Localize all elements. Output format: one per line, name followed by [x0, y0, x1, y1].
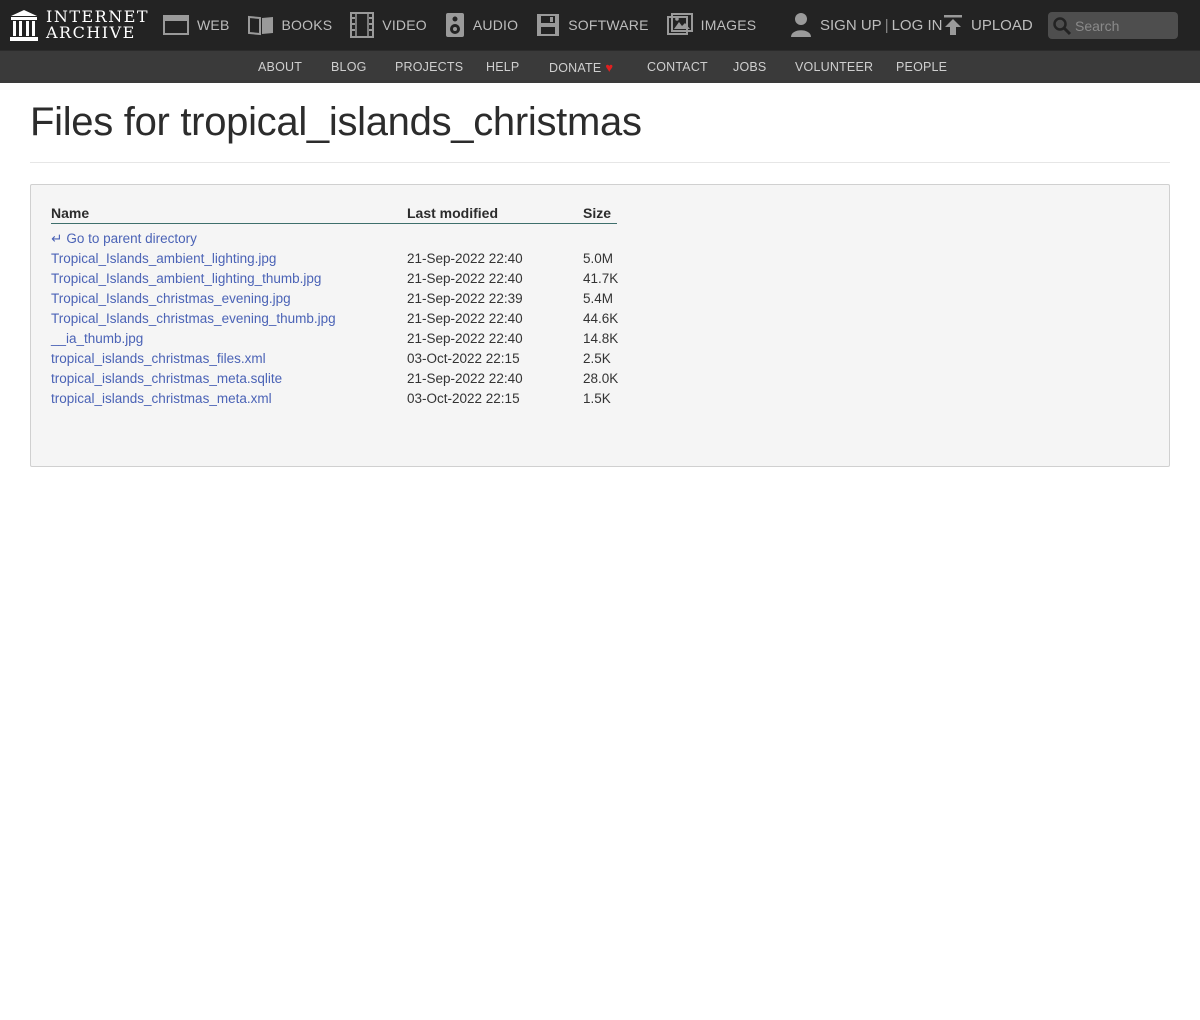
column-header-name[interactable]: Name — [51, 205, 407, 224]
search-icon[interactable] — [1052, 16, 1072, 36]
nav-donate[interactable]: DONATE ♥ — [549, 51, 613, 84]
media-item-software[interactable]: SOFTWARE — [536, 13, 648, 37]
media-item-images[interactable]: IMAGES — [666, 13, 757, 37]
file-size: 14.8K — [583, 331, 619, 346]
top-navigation-bar: INTERNET ARCHIVE WEB BOOKS VIDEO AUDIO S… — [0, 0, 1200, 50]
sign-up-link[interactable]: SIGN UP — [820, 17, 882, 34]
parent-directory-link[interactable]: ↵ Go to parent directory — [51, 229, 197, 249]
file-modified: 21-Sep-2022 22:40 — [407, 331, 523, 346]
books-icon — [247, 15, 273, 36]
auth-separator: | — [884, 16, 889, 34]
file-modified: 03-Oct-2022 22:15 — [407, 351, 520, 366]
file-size: 5.0M — [583, 251, 614, 266]
nav-contact[interactable]: CONTACT — [647, 51, 708, 84]
media-label-audio: AUDIO — [472, 17, 519, 33]
upload-label: UPLOAD — [971, 16, 1033, 34]
column-header-size[interactable]: Size — [583, 205, 617, 224]
file-name-link[interactable]: Tropical_Islands_christmas_evening.jpg — [51, 289, 291, 309]
file-name-link[interactable]: __ia_thumb.jpg — [51, 329, 143, 349]
media-label-books: BOOKS — [281, 17, 333, 33]
table-row: tropical_islands_christmas_files.xml 03-… — [31, 349, 1169, 369]
file-modified: 21-Sep-2022 22:39 — [407, 291, 523, 306]
file-modified: 03-Oct-2022 22:15 — [407, 391, 520, 406]
table-row: tropical_islands_christmas_meta.sqlite 2… — [31, 369, 1169, 389]
file-size: 41.7K — [583, 271, 619, 286]
file-size: 5.4M — [583, 291, 614, 306]
media-item-audio[interactable]: AUDIO — [445, 12, 518, 38]
user-icon[interactable] — [790, 12, 812, 38]
file-size: 44.6K — [583, 311, 619, 326]
file-modified: 21-Sep-2022 22:40 — [407, 271, 523, 286]
nav-people[interactable]: PEOPLE — [896, 51, 947, 84]
table-row: Tropical_Islands_christmas_evening.jpg 2… — [31, 289, 1169, 309]
logo-line2: ARCHIVE — [46, 23, 136, 42]
file-name-link[interactable]: tropical_islands_christmas_meta.sqlite — [51, 369, 282, 389]
images-icon — [666, 13, 693, 35]
nav-about[interactable]: ABOUT — [258, 51, 302, 84]
file-listing-panel: Name Last modified Size ↵ Go to parent di… — [30, 184, 1170, 467]
search-box — [1048, 12, 1178, 39]
speaker-icon — [445, 13, 464, 37]
media-label-video: VIDEO — [382, 17, 427, 33]
file-size: 2.5K — [583, 351, 611, 366]
media-item-books[interactable]: BOOKS — [247, 14, 333, 36]
file-name-link[interactable]: Tropical_Islands_ambient_lighting_thumb.… — [51, 269, 321, 289]
return-arrow-icon: ↵ — [51, 231, 63, 246]
parent-directory-row: ↵ Go to parent directory — [31, 229, 1169, 249]
upload-button[interactable]: UPLOAD — [943, 0, 1033, 50]
table-row: Tropical_Islands_ambient_lighting.jpg 21… — [31, 249, 1169, 269]
table-row: tropical_islands_christmas_meta.xml 03-O… — [31, 389, 1169, 409]
table-row: __ia_thumb.jpg 21-Sep-2022 22:40 14.8K — [31, 329, 1169, 349]
internet-archive-logo[interactable]: INTERNET ARCHIVE — [10, 8, 149, 42]
file-modified: 21-Sep-2022 22:40 — [407, 311, 523, 326]
media-item-web[interactable]: WEB — [163, 14, 230, 36]
file-modified: 21-Sep-2022 22:40 — [407, 371, 523, 386]
archive-building-icon — [10, 10, 38, 41]
file-name-link[interactable]: Tropical_Islands_christmas_evening_thumb… — [51, 309, 336, 329]
parent-directory-label: Go to parent directory — [66, 231, 197, 246]
web-icon — [163, 15, 189, 35]
file-name-link[interactable]: tropical_islands_christmas_files.xml — [51, 349, 266, 369]
media-label-web: WEB — [197, 17, 230, 33]
log-in-link[interactable]: LOG IN — [892, 17, 943, 34]
film-icon — [350, 12, 375, 38]
table-row: Tropical_Islands_ambient_lighting_thumb.… — [31, 269, 1169, 289]
file-name-link[interactable]: Tropical_Islands_ambient_lighting.jpg — [51, 249, 276, 269]
nav-donate-label: DONATE — [549, 61, 602, 75]
column-header-modified[interactable]: Last modified — [407, 205, 583, 224]
heart-icon: ♥ — [605, 60, 614, 75]
secondary-nav: ABOUT BLOG PROJECTS HELP DONATE ♥ CONTACT… — [0, 50, 1200, 83]
floppy-disk-icon — [537, 14, 560, 36]
page-title: Files for tropical_islands_christmas — [30, 100, 642, 144]
table-row: Tropical_Islands_christmas_evening_thumb… — [31, 309, 1169, 329]
nav-projects[interactable]: PROJECTS — [395, 51, 463, 84]
file-modified: 21-Sep-2022 22:40 — [407, 251, 523, 266]
logo-wordmark: INTERNET ARCHIVE — [46, 9, 149, 41]
upload-icon — [944, 15, 962, 35]
media-label-software: SOFTWARE — [568, 17, 649, 33]
nav-volunteer[interactable]: VOLUNTEER — [795, 51, 873, 84]
media-nav: WEB BOOKS VIDEO AUDIO SOFTWARE IMAGES — [163, 0, 774, 50]
media-label-images: IMAGES — [700, 17, 757, 33]
file-size: 28.0K — [583, 371, 619, 386]
title-divider — [30, 162, 1170, 163]
nav-jobs[interactable]: JOBS — [733, 51, 766, 84]
user-area: SIGN UP | LOG IN — [790, 0, 942, 50]
media-item-video[interactable]: VIDEO — [350, 12, 427, 38]
file-name-link[interactable]: tropical_islands_christmas_meta.xml — [51, 389, 272, 409]
nav-help[interactable]: HELP — [486, 51, 519, 84]
file-size: 1.5K — [583, 391, 611, 406]
search-input[interactable] — [1075, 14, 1175, 37]
nav-blog[interactable]: BLOG — [331, 51, 367, 84]
